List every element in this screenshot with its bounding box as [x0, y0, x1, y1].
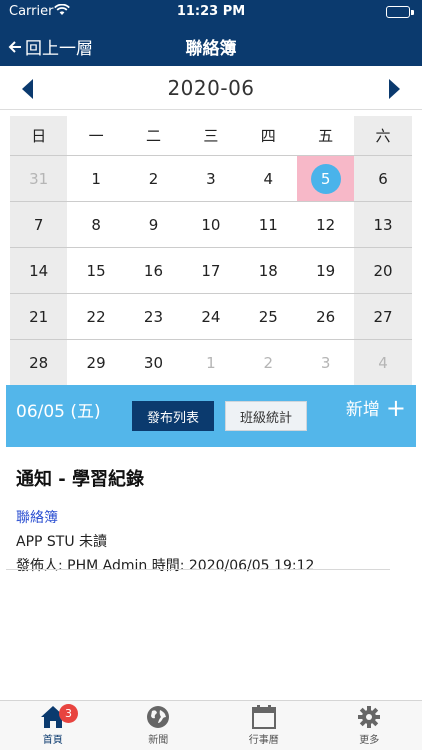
- day-cell[interactable]: 24: [182, 294, 239, 339]
- weekday-sun: 日: [10, 116, 68, 155]
- globe-icon: [147, 706, 170, 728]
- selected-day-bar: 06/05 (五) 發布列表 班級統計 新增 +: [6, 385, 416, 447]
- notification-badge: 3: [59, 704, 78, 723]
- battery-icon: [386, 6, 410, 18]
- status-bar: Carrier 11:23 PM: [0, 0, 422, 24]
- class-stats-button[interactable]: 班級統計: [225, 401, 307, 431]
- gear-icon: [358, 706, 381, 728]
- day-cell[interactable]: 25: [240, 294, 297, 339]
- calendar-icon: [251, 705, 276, 729]
- day-cell[interactable]: 4: [240, 156, 297, 201]
- triangle-right-icon: [389, 79, 400, 99]
- divider: [6, 569, 390, 570]
- day-cell[interactable]: 12: [297, 202, 354, 247]
- month-label: 2020-06: [167, 76, 255, 100]
- calendar-grid: 日 一 二 三 四 五 六 31 1 2 3 4 5 6 7 8 9 10 11…: [10, 116, 412, 386]
- weekday-mon: 一: [88, 127, 104, 145]
- selected-date-label: 06/05 (五): [16, 402, 101, 422]
- day-cell[interactable]: 3: [297, 340, 354, 385]
- calendar-week: 28 29 30 1 2 3 4: [10, 340, 412, 386]
- day-cell[interactable]: 31: [10, 156, 68, 201]
- day-cell-selected[interactable]: 5: [296, 156, 355, 201]
- back-button[interactable]: 回上一層: [8, 34, 93, 59]
- day-cell[interactable]: 1: [182, 340, 239, 385]
- tab-home[interactable]: 3 首頁: [0, 701, 106, 750]
- tab-label: 首頁: [42, 735, 63, 746]
- weekday-wed: 三: [203, 127, 219, 145]
- day-cell[interactable]: 13: [354, 202, 412, 247]
- selected-day-marker: 5: [310, 163, 341, 194]
- tab-label: 更多: [359, 735, 380, 746]
- day-cell[interactable]: 3: [182, 156, 239, 201]
- day-cell[interactable]: 16: [125, 248, 182, 293]
- day-cell[interactable]: 27: [354, 294, 412, 339]
- day-cell[interactable]: 2: [125, 156, 182, 201]
- day-cell[interactable]: 4: [354, 340, 412, 385]
- notice-title: 通知 - 學習紀錄: [16, 469, 145, 490]
- day-cell[interactable]: 20: [354, 248, 412, 293]
- weekday-sat: 六: [354, 116, 412, 155]
- day-cell[interactable]: 22: [67, 294, 124, 339]
- add-label: 新增: [345, 400, 380, 420]
- tab-label: 行事曆: [248, 735, 279, 746]
- next-month-button[interactable]: [384, 78, 404, 100]
- tab-news[interactable]: 新聞: [106, 701, 212, 750]
- weekday-header: 日 一 二 三 四 五 六: [10, 116, 412, 156]
- day-cell[interactable]: 17: [182, 248, 239, 293]
- calendar-week: 21 22 23 24 25 26 27: [10, 294, 412, 340]
- day-cell[interactable]: 10: [182, 202, 239, 247]
- day-cell[interactable]: 14: [10, 248, 68, 293]
- weekday-thu: 四: [260, 127, 276, 145]
- tab-label: 新聞: [148, 735, 169, 746]
- month-header: 2020-06: [0, 66, 422, 110]
- calendar-week: 14 15 16 17 18 19 20: [10, 248, 412, 294]
- notice-read-status: APP STU 未讀: [16, 534, 108, 550]
- day-cell[interactable]: 23: [125, 294, 182, 339]
- plus-icon: +: [385, 393, 406, 422]
- notice-item[interactable]: 通知 - 學習紀錄 聯絡簿 APP STU 未讀 發佈人: PHM Admin …: [16, 465, 390, 575]
- day-cell[interactable]: 15: [67, 248, 124, 293]
- status-time: 11:23 PM: [176, 4, 246, 19]
- tab-calendar[interactable]: 行事曆: [211, 701, 317, 750]
- day-cell[interactable]: 8: [67, 202, 124, 247]
- day-cell[interactable]: 2: [240, 340, 297, 385]
- day-cell[interactable]: 18: [240, 248, 297, 293]
- add-button[interactable]: 新增 +: [345, 393, 406, 422]
- arrow-left-icon: [8, 40, 21, 53]
- day-cell[interactable]: 6: [354, 156, 412, 201]
- battery-tip: [411, 10, 414, 15]
- calendar-week: 7 8 9 10 11 12 13: [10, 202, 412, 248]
- weekday-tue: 二: [145, 127, 161, 145]
- day-cell[interactable]: 28: [10, 340, 68, 385]
- day-cell[interactable]: 21: [10, 294, 68, 339]
- day-cell[interactable]: 19: [297, 248, 354, 293]
- tab-more[interactable]: 更多: [317, 701, 422, 750]
- publish-list-button[interactable]: 發布列表: [132, 401, 214, 431]
- notice-category-link[interactable]: 聯絡簿: [16, 507, 390, 527]
- day-cell[interactable]: 1: [67, 156, 124, 201]
- notice-publisher: 發佈人: PHM Admin 時間: 2020/06/05 19:12: [16, 558, 315, 574]
- day-cell[interactable]: 29: [67, 340, 124, 385]
- day-cell[interactable]: 11: [240, 202, 297, 247]
- day-cell[interactable]: 26: [297, 294, 354, 339]
- day-cell[interactable]: 30: [125, 340, 182, 385]
- top-bar: Carrier 11:23 PM 回上一層 聯絡簿: [0, 0, 422, 66]
- weekday-fri: 五: [318, 127, 334, 145]
- back-label: 回上一層: [25, 39, 93, 59]
- calendar-week: 31 1 2 3 4 5 6: [10, 156, 412, 202]
- day-cell[interactable]: 9: [125, 202, 182, 247]
- tab-bar: 3 首頁 新聞 行事曆 更多: [0, 700, 422, 750]
- day-cell[interactable]: 7: [10, 202, 68, 247]
